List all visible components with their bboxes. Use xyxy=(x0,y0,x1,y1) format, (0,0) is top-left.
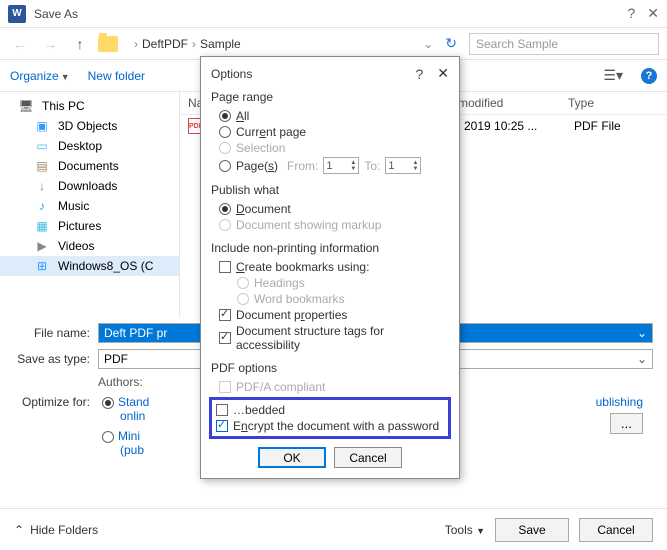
view-options-button[interactable]: ☰▾ xyxy=(603,67,623,84)
pagerange-selection-radio: Selection xyxy=(211,140,449,156)
file-type-cell: PDF File xyxy=(574,119,667,133)
help-icon[interactable]: ? xyxy=(627,5,635,22)
encrypt-highlight: …bedded Encrypt the document with a pass… xyxy=(209,397,451,439)
pdf-options-group: PDF options PDF/A compliant …bedded Encr… xyxy=(211,361,449,439)
chevron-right-icon: › xyxy=(134,37,138,51)
bookmarks-word-radio: Word bookmarks xyxy=(211,291,449,307)
options-title: Options xyxy=(211,67,415,81)
sidebar-item-music[interactable]: ♪Music xyxy=(0,196,179,216)
pagerange-all-radio[interactable]: All xyxy=(211,108,449,124)
tools-menu[interactable]: Tools ▼ xyxy=(445,523,485,537)
search-input[interactable]: Search Sample xyxy=(469,33,659,55)
modal-cancel-button[interactable]: Cancel xyxy=(334,447,402,468)
organize-menu[interactable]: Organize▼ xyxy=(10,69,70,83)
disk-icon: ⊞ xyxy=(34,259,50,273)
documents-icon: ▤ xyxy=(34,159,50,173)
cancel-button[interactable]: Cancel xyxy=(579,518,653,542)
pictures-icon: ▦ xyxy=(34,219,50,233)
sidebar-item-videos[interactable]: ▶Videos xyxy=(0,236,179,256)
modal-close-icon[interactable]: ✕ xyxy=(437,65,449,82)
sidebar-item-desktop[interactable]: ▭Desktop xyxy=(0,136,179,156)
page-from-input[interactable]: 1▲▼ xyxy=(323,157,359,174)
page-range-header: Page range xyxy=(211,90,449,104)
breadcrumb[interactable]: › DeftPDF › Sample ⌄ xyxy=(124,37,433,51)
bitmap-text-check[interactable]: …bedded xyxy=(216,402,444,418)
chevron-right-icon: › xyxy=(192,37,196,51)
pdf-options-header: PDF options xyxy=(211,361,449,375)
page-range-group: Page range All Current page Selection Pa… xyxy=(211,90,449,175)
search-placeholder: Search Sample xyxy=(476,37,558,51)
page-to-input[interactable]: 1▲▼ xyxy=(385,157,421,174)
help-button[interactable]: ? xyxy=(641,68,657,84)
window-title: Save As xyxy=(34,7,627,21)
downloads-icon: ↓ xyxy=(34,179,50,193)
open-after-publishing-link[interactable]: ublishing xyxy=(596,395,643,409)
folder-icon[interactable] xyxy=(98,36,118,52)
hide-folders-button[interactable]: ⌃ Hide Folders xyxy=(14,523,98,537)
options-button[interactable]: ... xyxy=(610,413,643,434)
cube-icon: ▣ xyxy=(34,119,50,133)
sidebar-item-disk-c[interactable]: ⊞Windows8_OS (C xyxy=(0,256,179,276)
bookmarks-headings-radio: Headings xyxy=(211,275,449,291)
dialog-footer: ⌃ Hide Folders Tools ▼ Save Cancel xyxy=(0,508,667,550)
sidebar-item-downloads[interactable]: ↓Downloads xyxy=(0,176,179,196)
sidebar-item-this-pc[interactable]: 🖥This PC xyxy=(0,96,179,116)
nonprint-header: Include non-printing information xyxy=(211,241,449,255)
close-icon[interactable]: ✕ xyxy=(647,5,659,22)
pdfa-check: PDF/A compliant xyxy=(211,379,449,395)
create-bookmarks-check[interactable]: Create bookmarks using: xyxy=(211,259,449,275)
sidebar-item-documents[interactable]: ▤Documents xyxy=(0,156,179,176)
refresh-button[interactable]: ↻ xyxy=(439,35,463,52)
up-button[interactable]: ↑ xyxy=(68,32,92,56)
col-type[interactable]: Type xyxy=(560,96,667,110)
publish-markup-radio: Document showing markup xyxy=(211,217,449,233)
breadcrumb-item[interactable]: DeftPDF xyxy=(142,37,188,51)
saveastype-label: Save as type: xyxy=(14,352,90,366)
pagerange-current-radio[interactable]: Current page xyxy=(211,124,449,140)
modal-help-icon[interactable]: ? xyxy=(415,66,423,82)
modal-ok-button[interactable]: OK xyxy=(258,447,326,468)
publish-document-radio[interactable]: Document xyxy=(211,201,449,217)
sidebar: 🖥This PC ▣3D Objects ▭Desktop ▤Documents… xyxy=(0,92,180,317)
back-button[interactable]: ← xyxy=(8,32,32,56)
encrypt-password-check[interactable]: Encrypt the document with a password xyxy=(216,418,444,434)
pc-icon: 🖥 xyxy=(18,99,34,113)
publish-what-group: Publish what Document Document showing m… xyxy=(211,183,449,233)
struct-tags-check[interactable]: Document structure tags for accessibilit… xyxy=(211,323,449,353)
chevron-up-icon: ⌃ xyxy=(14,523,24,537)
sidebar-item-3d-objects[interactable]: ▣3D Objects xyxy=(0,116,179,136)
options-dialog: Options ? ✕ Page range All Current page … xyxy=(200,56,460,479)
new-folder-button[interactable]: New folder xyxy=(88,69,145,83)
doc-properties-check[interactable]: Document properties xyxy=(211,307,449,323)
publish-what-header: Publish what xyxy=(211,183,449,197)
word-app-icon: W xyxy=(8,5,26,23)
title-bar: W Save As ? ✕ xyxy=(0,0,667,28)
chevron-down-icon[interactable]: ⌄ xyxy=(423,37,433,51)
optimize-label: Optimize for: xyxy=(14,395,90,409)
music-icon: ♪ xyxy=(34,199,50,213)
desktop-icon: ▭ xyxy=(34,139,50,153)
forward-button: → xyxy=(38,32,62,56)
videos-icon: ▶ xyxy=(34,239,50,253)
file-modified-cell: 2019 10:25 ... xyxy=(464,119,574,133)
sidebar-item-pictures[interactable]: ▦Pictures xyxy=(0,216,179,236)
save-button[interactable]: Save xyxy=(495,518,569,542)
nonprint-group: Include non-printing information Create … xyxy=(211,241,449,353)
pagerange-pages-radio[interactable]: Page(s) From: 1▲▼ To: 1▲▼ xyxy=(211,156,449,175)
col-modified[interactable]: modified xyxy=(450,96,560,110)
breadcrumb-item[interactable]: Sample xyxy=(200,37,241,51)
filename-label: File name: xyxy=(14,326,90,340)
